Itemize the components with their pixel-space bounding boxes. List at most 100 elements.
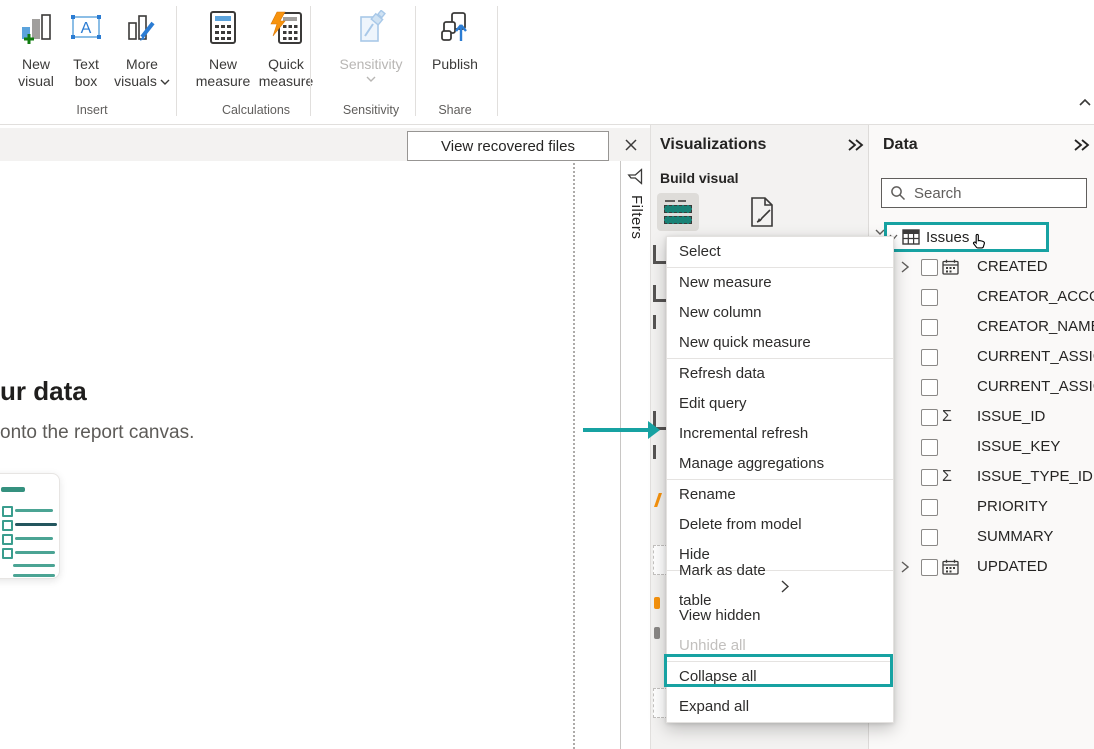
text-box-icon: A — [64, 10, 108, 50]
annotation-arrow-head — [648, 421, 660, 439]
view-recovered-files-button[interactable]: View recovered files — [407, 131, 609, 161]
canvas-page-edge — [573, 163, 575, 749]
search-box[interactable] — [881, 178, 1087, 208]
field-label: CURRENT_ASSIG... — [977, 372, 1094, 402]
search-input[interactable] — [912, 184, 1094, 203]
field-label: PRIORITY — [977, 492, 1048, 522]
field-row-creator-name[interactable]: CREATOR_NAME — [869, 312, 1094, 342]
group-label-calculations: Calculations — [204, 103, 308, 117]
menu-item-new-quick-measure[interactable]: New quick measure — [667, 328, 893, 358]
field-checkbox[interactable] — [921, 439, 938, 456]
issues-table-row[interactable]: Issues — [884, 222, 1049, 252]
filters-pane-collapsed[interactable]: Filters — [620, 161, 651, 749]
field-checkbox[interactable] — [921, 319, 938, 336]
text-box-button[interactable]: A Text box — [64, 10, 108, 90]
field-row-issue-id[interactable]: Σ ISSUE_ID — [869, 402, 1094, 432]
text-box-label: Text box — [64, 56, 108, 90]
field-row-current-assignee-1[interactable]: CURRENT_ASSIG... — [869, 342, 1094, 372]
field-label: ISSUE_TYPE_ID — [977, 462, 1093, 492]
field-row-current-assignee-2[interactable]: CURRENT_ASSIG... — [869, 372, 1094, 402]
issues-table-label: Issues — [926, 229, 969, 246]
fields-illustration — [0, 473, 60, 579]
field-checkbox[interactable] — [921, 409, 938, 426]
canvas-subtitle-partial: onto the report canvas. — [0, 422, 194, 444]
field-label: CREATED — [977, 252, 1048, 282]
field-checkbox[interactable] — [921, 259, 938, 276]
annotation-arrow — [583, 428, 649, 432]
expand-chevron-icon[interactable] — [901, 561, 909, 573]
ribbon-separator — [415, 6, 416, 116]
visual-gallery-partial-icon — [654, 627, 660, 639]
menu-item-delete-from-model[interactable]: Delete from model — [667, 510, 893, 540]
field-row-updated[interactable]: UPDATED — [869, 552, 1094, 582]
sensitivity-button[interactable]: Sensitivity — [338, 10, 404, 83]
field-label: ISSUE_ID — [977, 402, 1045, 432]
dropdown-chevron-icon — [160, 79, 170, 86]
menu-item-mark-as-date-table[interactable]: Mark as date table — [667, 571, 893, 601]
menu-item-new-column[interactable]: New column — [667, 298, 893, 328]
menu-item-expand-all[interactable]: Expand all — [667, 692, 893, 722]
visualizations-pane-title: Visualizations — [660, 136, 766, 154]
field-label: UPDATED — [977, 552, 1048, 582]
field-row-issue-type-id[interactable]: Σ ISSUE_TYPE_ID — [869, 462, 1094, 492]
menu-item-manage-aggregations[interactable]: Manage aggregations — [667, 449, 893, 479]
field-checkbox[interactable] — [921, 559, 938, 576]
field-checkbox[interactable] — [921, 499, 938, 516]
field-label: CURRENT_ASSIG... — [977, 342, 1094, 372]
collapse-pane-icon[interactable] — [1073, 138, 1090, 152]
table-visual-selected-icon[interactable] — [657, 193, 699, 231]
expand-chevron-icon[interactable] — [901, 261, 909, 273]
ribbon-separator — [310, 6, 311, 116]
group-label-share: Share — [403, 103, 507, 117]
field-checkbox[interactable] — [921, 379, 938, 396]
collapse-pane-icon[interactable] — [847, 138, 864, 152]
menu-item-incremental-refresh[interactable]: Incremental refresh — [667, 419, 893, 449]
more-visuals-label: More visuals — [110, 56, 174, 90]
field-checkbox[interactable] — [921, 469, 938, 486]
menu-item-new-measure[interactable]: New measure — [667, 268, 893, 298]
field-row-created[interactable]: CREATED — [869, 252, 1094, 282]
menu-item-edit-query[interactable]: Edit query — [667, 389, 893, 419]
menu-item-select[interactable]: Select — [667, 237, 893, 267]
field-label: CREATOR_ACCO... — [977, 282, 1094, 312]
field-row-priority[interactable]: PRIORITY — [869, 492, 1094, 522]
ribbon-separator — [497, 6, 498, 116]
field-row-creator-account[interactable]: CREATOR_ACCO... — [869, 282, 1094, 312]
menu-item-view-hidden[interactable]: View hidden — [667, 601, 893, 631]
menu-item-collapse-all[interactable]: Collapse all — [667, 662, 893, 692]
svg-text:A: A — [81, 20, 92, 37]
field-checkbox[interactable] — [921, 529, 938, 546]
more-visuals-button[interactable]: More visuals — [110, 10, 174, 90]
data-pane-title: Data — [883, 136, 918, 154]
sigma-icon: Σ — [942, 402, 952, 432]
new-visual-label: New visual — [10, 56, 62, 90]
close-icon[interactable] — [622, 136, 640, 154]
new-visual-button[interactable]: New visual — [10, 10, 62, 90]
field-label: SUMMARY — [977, 522, 1053, 552]
powerbi-window: New visual A Text box — [0, 0, 1094, 749]
sigma-icon: Σ — [942, 462, 952, 492]
new-measure-button[interactable]: New measure — [190, 10, 256, 90]
new-measure-icon — [190, 10, 256, 50]
table-context-menu: Select New measure New column New quick … — [666, 236, 894, 723]
publish-icon — [425, 10, 485, 50]
more-visuals-icon — [110, 10, 174, 50]
menu-item-rename[interactable]: Rename — [667, 480, 893, 510]
collapse-ribbon-icon[interactable] — [1078, 98, 1092, 107]
field-row-issue-key[interactable]: ISSUE_KEY — [869, 432, 1094, 462]
field-label: ISSUE_KEY — [977, 432, 1060, 462]
menu-item-unhide-all: Unhide all — [667, 631, 893, 661]
visual-gallery-partial-icon — [654, 493, 662, 507]
field-checkbox[interactable] — [921, 289, 938, 306]
field-row-summary[interactable]: SUMMARY — [869, 522, 1094, 552]
sensitivity-label: Sensitivity — [338, 56, 404, 73]
calendar-icon — [942, 259, 959, 275]
publish-button[interactable]: Publish — [425, 10, 485, 73]
ribbon: New visual A Text box — [0, 0, 1094, 125]
format-visual-icon[interactable] — [747, 195, 777, 229]
hand-cursor-icon — [970, 232, 989, 252]
submenu-chevron-icon — [781, 580, 883, 593]
field-checkbox[interactable] — [921, 349, 938, 366]
ribbon-separator — [176, 6, 177, 116]
menu-item-refresh-data[interactable]: Refresh data — [667, 359, 893, 389]
